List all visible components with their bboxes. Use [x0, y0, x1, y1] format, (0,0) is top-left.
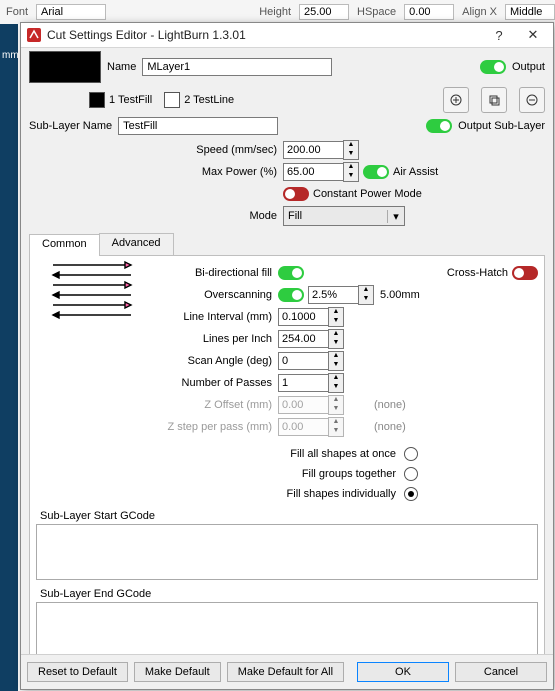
output-label: Output: [512, 61, 545, 73]
cancel-button[interactable]: Cancel: [455, 662, 547, 682]
maxpower-spinner[interactable]: ▲▼: [283, 162, 359, 182]
overscan-spinner[interactable]: ▲▼: [308, 285, 374, 305]
crosshatch-label: Cross-Hatch: [447, 267, 508, 279]
scanangle-spinner[interactable]: ▲▼: [278, 351, 344, 371]
dialog-body: Name Output 1 TestFill 2 TestLine Sub-La: [21, 47, 553, 655]
name-label: Name: [107, 61, 136, 73]
radio-label-all: Fill all shapes at once: [290, 448, 396, 460]
left-ruler: [0, 24, 18, 691]
hspace-field[interactable]: 0.00: [404, 4, 454, 20]
output-toggle[interactable]: [480, 60, 506, 74]
end-gcode-label: Sub-Layer End GCode: [36, 588, 538, 600]
overscan-toggle[interactable]: [278, 288, 304, 302]
radio-fill-all[interactable]: [404, 447, 418, 461]
make-default-all-button[interactable]: Make Default for All: [227, 662, 344, 682]
airassist-label: Air Assist: [393, 166, 438, 178]
height-field[interactable]: 25.00: [299, 4, 349, 20]
radio-fill-groups[interactable]: [404, 467, 418, 481]
lpi-label: Lines per Inch: [36, 333, 278, 345]
zstep-label: Z step per pass (mm): [36, 421, 278, 433]
scanangle-label: Scan Angle (deg): [36, 355, 278, 367]
mode-select[interactable]: Fill▾: [283, 206, 405, 226]
crosshatch-toggle[interactable]: [512, 266, 538, 280]
end-gcode-input[interactable]: [36, 602, 538, 655]
passes-label: Number of Passes: [36, 377, 278, 389]
duplicate-sublayer-button[interactable]: [481, 87, 507, 113]
zoffset-spinner: ▲▼: [278, 395, 344, 415]
dialog-footer: Reset to Default Make Default Make Defau…: [21, 654, 553, 689]
close-button[interactable]: ✕: [519, 24, 547, 46]
titlebar: Cut Settings Editor - LightBurn 1.3.01 ?…: [21, 23, 553, 48]
ok-button[interactable]: OK: [357, 662, 449, 682]
sublayer-chip-label: 1 TestFill: [109, 94, 152, 106]
constpower-label: Constant Power Mode: [313, 188, 422, 200]
cut-settings-dialog: Cut Settings Editor - LightBurn 1.3.01 ?…: [20, 22, 554, 690]
font-field[interactable]: Arial: [36, 4, 106, 20]
radio-fill-individual[interactable]: [404, 487, 418, 501]
alignx-field[interactable]: Middle: [505, 4, 555, 20]
window-title: Cut Settings Editor - LightBurn 1.3.01: [47, 28, 479, 42]
overscan-mm: 5.00mm: [380, 289, 420, 301]
fill-direction-icon: [47, 257, 137, 327]
speed-label: Speed (mm/sec): [29, 144, 283, 156]
hspace-label: HSpace: [357, 6, 396, 18]
constpower-toggle[interactable]: [283, 187, 309, 201]
height-label: Height: [259, 6, 291, 18]
maxpower-label: Max Power (%): [29, 166, 283, 178]
name-input[interactable]: [142, 58, 332, 76]
tab-common[interactable]: Common: [29, 234, 100, 256]
bidi-toggle[interactable]: [278, 266, 304, 280]
add-sublayer-button[interactable]: [443, 87, 469, 113]
zstep-none: (none): [374, 421, 406, 433]
zoffset-label: Z Offset (mm): [36, 399, 278, 411]
airassist-toggle[interactable]: [363, 165, 389, 179]
output-sublayer-toggle[interactable]: [426, 119, 452, 133]
make-default-button[interactable]: Make Default: [134, 662, 221, 682]
passes-spinner[interactable]: ▲▼: [278, 373, 344, 393]
help-button[interactable]: ?: [485, 24, 513, 46]
tab-advanced[interactable]: Advanced: [99, 233, 174, 255]
lineinterval-spinner[interactable]: ▲▼: [278, 307, 344, 327]
sublayer-chip-2[interactable]: 2 TestLine: [164, 92, 234, 108]
tabs: Common Advanced: [29, 233, 545, 256]
sublayer-chip-1[interactable]: 1 TestFill: [89, 92, 152, 108]
font-label: Font: [6, 6, 28, 18]
layer-color-swatch[interactable]: [29, 51, 101, 83]
radio-label-indiv: Fill shapes individually: [287, 488, 396, 500]
zoffset-none: (none): [374, 399, 406, 411]
zstep-spinner: ▲▼: [278, 417, 344, 437]
reset-button[interactable]: Reset to Default: [27, 662, 128, 682]
unit-label: mm: [2, 50, 19, 61]
sublayer-chip-label: 2 TestLine: [184, 94, 234, 106]
lpi-spinner[interactable]: ▲▼: [278, 329, 344, 349]
output-sublayer-label: Output Sub-Layer: [458, 120, 545, 132]
speed-spinner[interactable]: ▲▼: [283, 140, 359, 160]
remove-sublayer-button[interactable]: [519, 87, 545, 113]
app-icon: [27, 28, 41, 42]
sublayer-name-input[interactable]: [118, 117, 278, 135]
start-gcode-label: Sub-Layer Start GCode: [36, 510, 538, 522]
radio-label-groups: Fill groups together: [302, 468, 396, 480]
alignx-label: Align X: [462, 6, 497, 18]
mode-label: Mode: [29, 210, 283, 222]
sublayer-name-label: Sub-Layer Name: [29, 120, 112, 132]
start-gcode-input[interactable]: [36, 524, 538, 580]
sublayer-chips: 1 TestFill 2 TestLine: [89, 87, 545, 113]
